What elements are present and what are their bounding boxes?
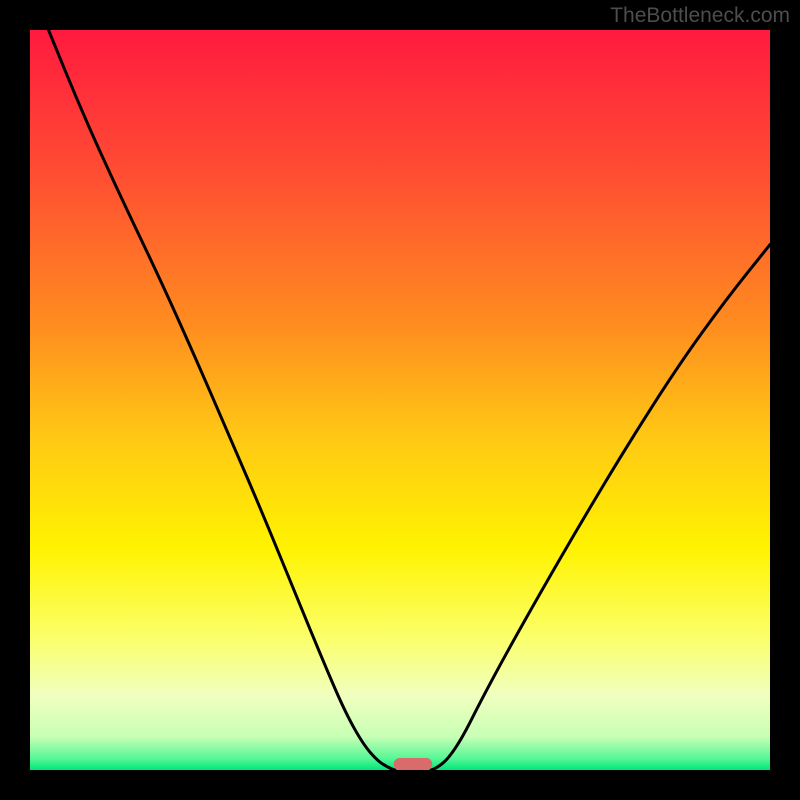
bottleneck-chart (0, 0, 800, 800)
bottleneck-marker (394, 758, 432, 770)
chart-container: TheBottleneck.com (0, 0, 800, 800)
watermark-text: TheBottleneck.com (610, 4, 790, 28)
plot-background (30, 30, 770, 770)
